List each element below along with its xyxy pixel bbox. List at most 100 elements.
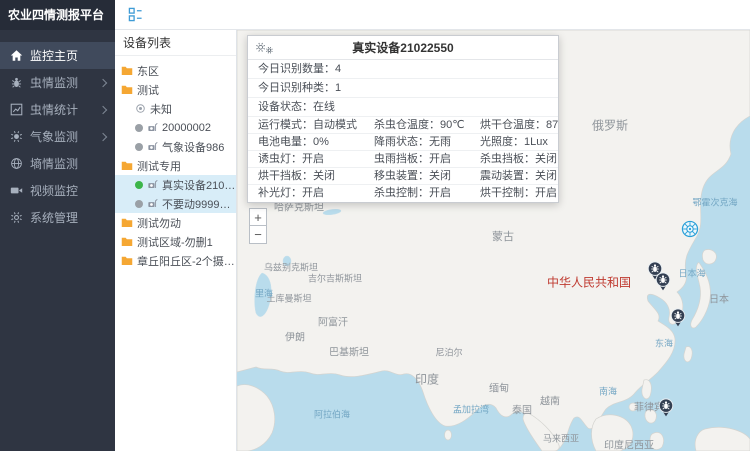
popup-title: 真实设备21022550 (352, 39, 453, 56)
tree-item-label: 20000002 (162, 122, 211, 134)
device-icon (147, 141, 158, 152)
sidebar-item-label: 虫情监测 (30, 74, 93, 91)
globe-icon (9, 157, 23, 171)
chevron-right-icon (99, 132, 107, 140)
popup-summary-row: 今日识别种类：1 (248, 79, 558, 98)
device-marker[interactable] (656, 272, 671, 291)
popup-summary-row: 今日识别数量：4 (248, 60, 558, 79)
gear-icon (9, 211, 23, 225)
popup-status-cell: 烘干挡板：关闭 (248, 168, 364, 185)
popup-status-cell: 杀虫挡板：关闭 (470, 151, 558, 168)
sidebar-item-soil-monitor[interactable]: 墒情监测 (0, 150, 115, 177)
chevron-right-icon (99, 105, 107, 113)
device-icon (147, 179, 158, 190)
sidebar-item-label: 监控主页 (30, 47, 106, 64)
sidebar-item-video-monitor[interactable]: 视频监控 (0, 177, 115, 204)
home-icon (9, 49, 23, 63)
popup-status-cell: 烘干仓温度：87℃ (470, 117, 558, 134)
device-tree: 东区测试未知 20000002 气象设备986 测试专用真实设备21022550 不要动… (115, 56, 236, 270)
device-icon (147, 122, 158, 133)
popup-status-cell: 光照度：1Lux (470, 134, 558, 151)
sidebar-item-insect-monitor[interactable]: 虫情监测 (0, 69, 115, 96)
port-marker[interactable] (682, 221, 699, 238)
popup-status-cell: 震动装置：关闭 (470, 168, 558, 185)
zoom-in-button[interactable]: + (249, 208, 267, 226)
panel-toggle-icon (128, 7, 143, 22)
tree-item-7[interactable]: 不要动99999999 (115, 194, 236, 213)
chart-icon (9, 103, 23, 117)
folder-icon (121, 236, 133, 247)
sidebar-item-label: 墒情监测 (30, 155, 106, 172)
device-panel-title: 设备列表 (115, 30, 236, 56)
status-dot (135, 143, 143, 151)
popup-status-grid: 运行模式：自动模式杀虫仓温度：90℃烘干仓温度：87℃电池电量：0%降雨状态：无… (248, 117, 558, 202)
device-marker[interactable] (671, 308, 686, 327)
sidebar: 农业四情测报平台 监控主页虫情监测虫情统计气象监测墒情监测视频监控系统管理 (0, 0, 115, 451)
sun-icon (9, 130, 23, 144)
tree-item-3[interactable]: 20000002 (115, 118, 236, 137)
tree-item-0[interactable]: 东区 (115, 61, 236, 80)
topbar (115, 0, 750, 30)
folder-icon (121, 217, 133, 228)
device-icon (147, 198, 158, 209)
tree-item-label: 测试勿动 (137, 215, 181, 231)
tree-item-label: 测试专用 (137, 158, 181, 174)
popup-status-cell: 虫雨挡板：开启 (364, 151, 470, 168)
device-panel: 设备列表 东区测试未知 20000002 气象设备986 测试专用真实设备210225… (115, 30, 237, 451)
sidebar-item-label: 系统管理 (30, 209, 106, 226)
popup-summary-row: 设备状态：在线 (248, 98, 558, 117)
folder-icon (121, 84, 133, 95)
popup-status-cell: 运行模式：自动模式 (248, 117, 364, 134)
tree-item-label: 测试 (137, 82, 159, 98)
device-info-popup: 真实设备21022550 今日识别数量：4今日识别种类：1设备状态：在线 运行模… (247, 35, 559, 203)
status-dot (135, 181, 143, 189)
tree-item-8[interactable]: 测试勿动 (115, 213, 236, 232)
sidebar-item-label: 视频监控 (30, 182, 106, 199)
tree-item-label: 气象设备986 (162, 139, 224, 155)
popup-status-cell: 烘干控制：开启 (470, 185, 558, 202)
sidebar-item-system-admin[interactable]: 系统管理 (0, 204, 115, 231)
popup-status-cell: 杀虫控制：开启 (364, 185, 470, 202)
tree-item-5[interactable]: 测试专用 (115, 156, 236, 175)
video-icon (9, 184, 23, 198)
popup-header: 真实设备21022550 (248, 36, 558, 60)
settings-icon[interactable] (254, 41, 276, 55)
app-window: 农业四情测报平台 监控主页虫情监测虫情统计气象监测墒情监测视频监控系统管理 设备… (0, 0, 750, 451)
tree-item-2[interactable]: 未知 (115, 99, 236, 118)
sidebar-menu: 监控主页虫情监测虫情统计气象监测墒情监测视频监控系统管理 (0, 30, 115, 231)
tree-item-label: 不要动99999999 (162, 196, 236, 212)
popup-status-cell: 补光灯：开启 (248, 185, 364, 202)
sidebar-item-weather-monitor[interactable]: 气象监测 (0, 123, 115, 150)
tree-item-10[interactable]: 章丘阳丘区-2个摄像头 (115, 251, 236, 270)
popup-status-cell: 杀虫仓温度：90℃ (364, 117, 470, 134)
map[interactable]: 俄罗斯哈萨克斯坦蒙古乌兹别克斯坦吉尔吉斯斯坦土库曼斯坦阿富汗伊朗巴基斯坦尼泊尔印… (237, 30, 750, 451)
status-dot (135, 124, 143, 132)
map-zoom-control: + − (249, 208, 267, 244)
app-title: 农业四情测报平台 (0, 0, 115, 30)
popup-status-cell: 电池电量：0% (248, 134, 364, 151)
tree-item-label: 未知 (150, 101, 172, 117)
sidebar-item-label: 虫情统计 (30, 101, 93, 118)
tree-item-label: 章丘阳丘区-2个摄像头 (137, 253, 236, 269)
device-marker[interactable] (659, 398, 674, 417)
folder-icon (121, 160, 133, 171)
folder-icon (121, 65, 133, 76)
folder-icon (121, 255, 133, 266)
sidebar-item-home[interactable]: 监控主页 (0, 42, 115, 69)
tree-item-label: 东区 (137, 63, 159, 79)
zoom-out-button[interactable]: − (249, 226, 267, 244)
tree-item-1[interactable]: 测试 (115, 80, 236, 99)
popup-status-cell: 诱虫灯：开启 (248, 151, 364, 168)
status-dot (135, 200, 143, 208)
panel-toggle-button[interactable] (125, 5, 145, 25)
sidebar-item-label: 气象监测 (30, 128, 93, 145)
sidebar-item-insect-stats[interactable]: 虫情统计 (0, 96, 115, 123)
tree-item-9[interactable]: 测试区域-勿删1 (115, 232, 236, 251)
popup-summary: 今日识别数量：4今日识别种类：1设备状态：在线 (248, 60, 558, 117)
bug-icon (9, 76, 23, 90)
chevron-right-icon (99, 78, 107, 86)
pin-icon (135, 103, 146, 114)
tree-item-label: 真实设备21022550 (162, 177, 236, 193)
tree-item-6[interactable]: 真实设备21022550 (115, 175, 236, 194)
tree-item-4[interactable]: 气象设备986 (115, 137, 236, 156)
